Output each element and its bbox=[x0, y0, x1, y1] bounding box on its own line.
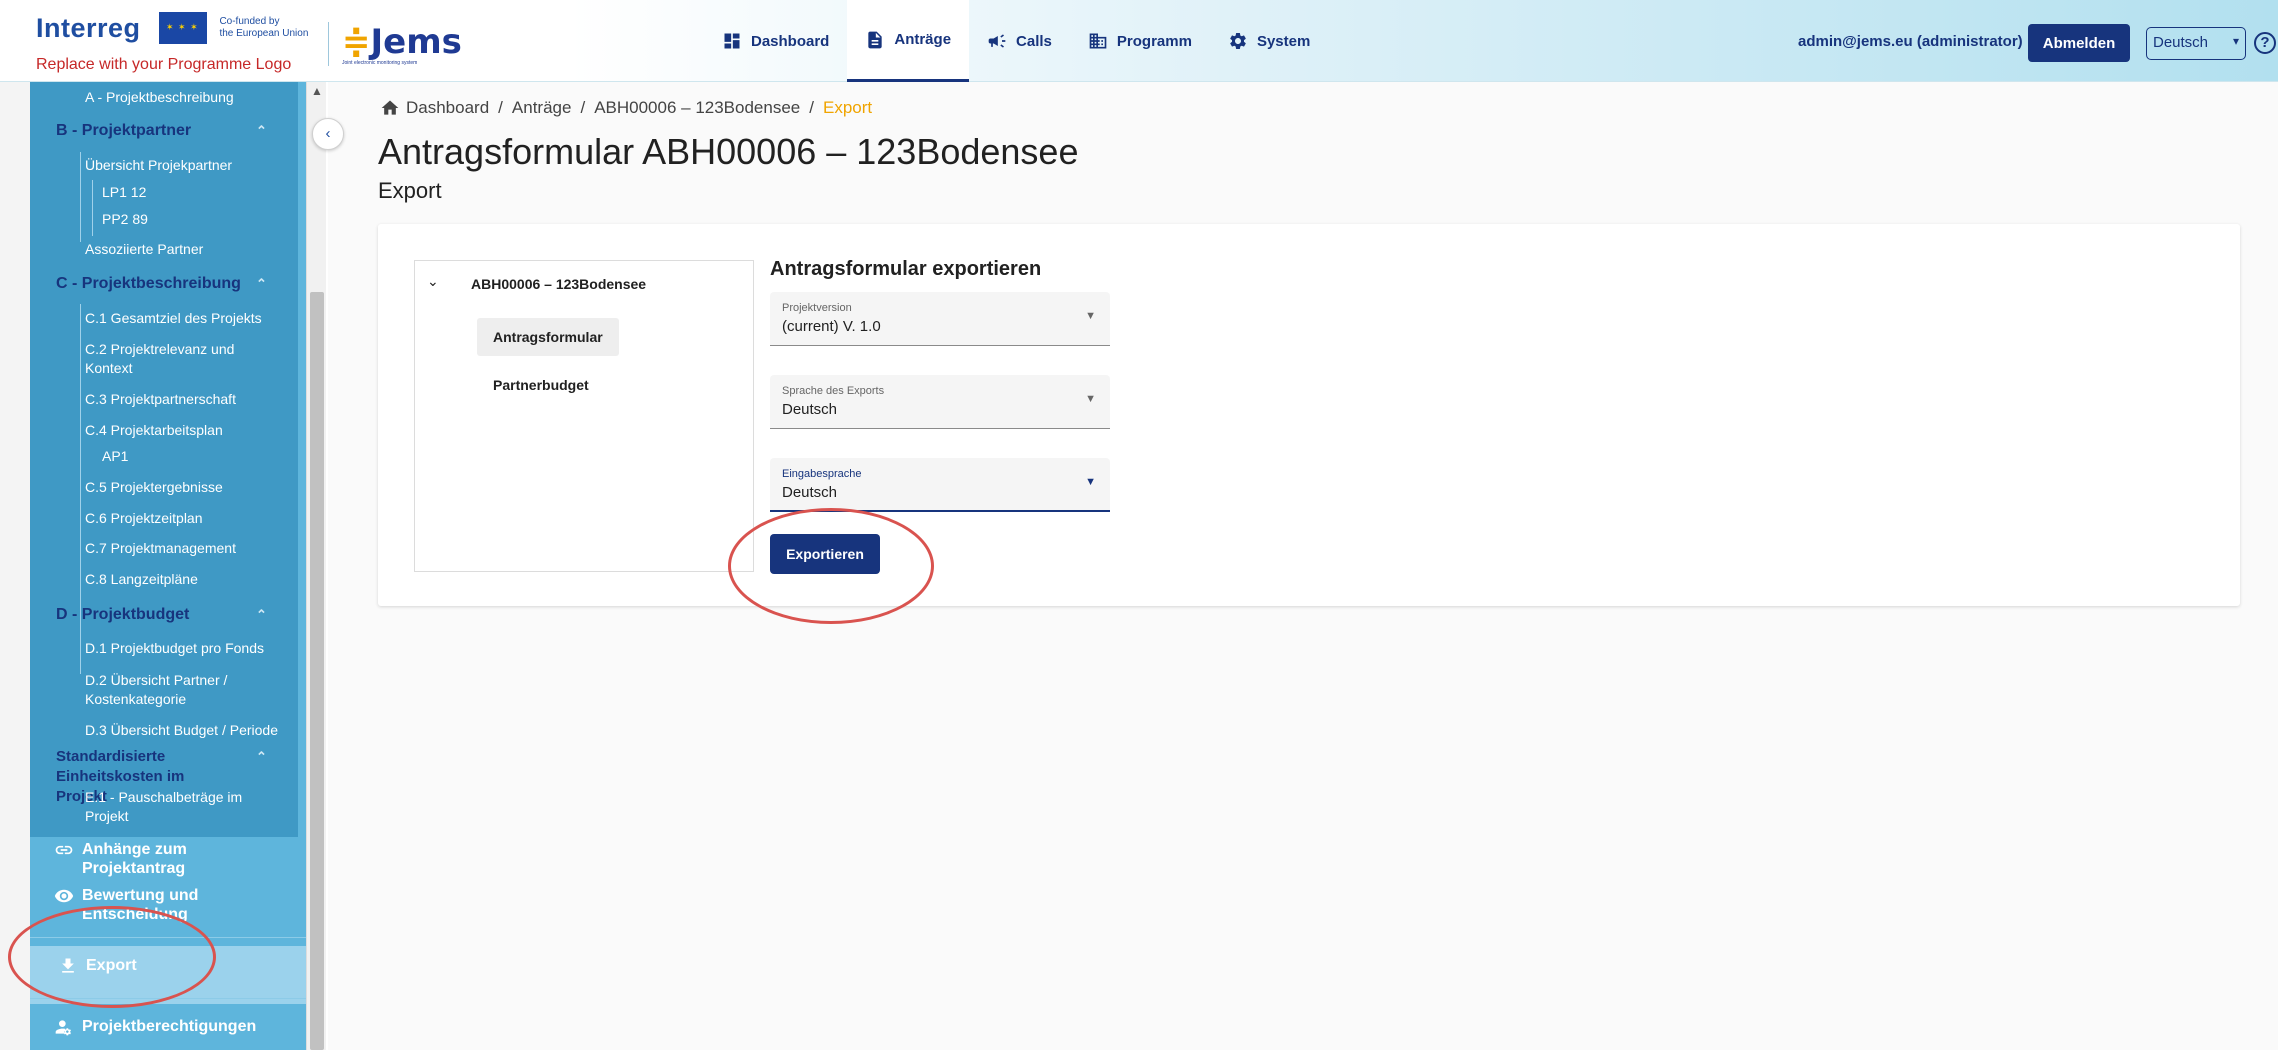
sidebar-item-d2[interactable]: D.2 Übersicht Partner / Kostenkategorie bbox=[85, 671, 275, 709]
input-language-select[interactable]: Eingabesprache Deutsch ▼ bbox=[770, 458, 1110, 512]
scrollbar-thumb[interactable] bbox=[310, 292, 324, 1050]
jems-logo[interactable]: ≑Jems Joint electronic monitoring system bbox=[342, 22, 462, 66]
form-title: Antragsformular exportieren bbox=[770, 258, 1042, 280]
sidebar-item-c1[interactable]: C.1 Gesamtziel des Projekts bbox=[85, 309, 262, 328]
breadcrumb-antraege[interactable]: Anträge bbox=[512, 98, 572, 118]
chevron-up-icon[interactable]: ⌃ bbox=[256, 605, 267, 625]
sidebar-divider bbox=[30, 937, 308, 938]
gear-icon bbox=[1230, 32, 1246, 49]
tree-line bbox=[92, 180, 93, 236]
breadcrumb-project[interactable]: ABH00006 – 123Bodensee bbox=[594, 98, 800, 118]
breadcrumb-current: Export bbox=[822, 98, 873, 117]
sidebar-item-pp2[interactable]: PP2 89 bbox=[102, 210, 148, 229]
sidebar-scrollbar[interactable]: ▲ bbox=[306, 82, 326, 1050]
sidebar-section-b[interactable]: B - Projektpartner ⌃ bbox=[56, 121, 267, 141]
tree-root-project[interactable]: ABH00006 – 123Bodensee bbox=[471, 276, 646, 292]
logout-button[interactable]: Abmelden bbox=[2028, 24, 2130, 62]
nav-dashboard[interactable]: Dashboard bbox=[704, 0, 847, 82]
export-tree: ⌄ ABH00006 – 123Bodensee Antragsformular… bbox=[414, 260, 754, 572]
caret-down-icon: ▼ bbox=[1085, 393, 1096, 405]
sidebar-item-c4[interactable]: C.4 Projektarbeitsplan bbox=[85, 421, 223, 440]
chevron-left-icon: ‹ bbox=[325, 125, 331, 142]
nav-calls[interactable]: Calls bbox=[969, 0, 1070, 82]
export-button[interactable]: Exportieren bbox=[770, 534, 880, 574]
sidebar-item-a-projektbeschreibung[interactable]: A - Projektbeschreibung bbox=[85, 88, 234, 107]
help-icon[interactable]: ? bbox=[2254, 32, 2276, 54]
chevron-up-icon[interactable]: ⌃ bbox=[256, 274, 267, 294]
paperclip-icon bbox=[55, 845, 73, 855]
dashboard-icon bbox=[724, 33, 740, 49]
user-settings-icon bbox=[55, 1020, 71, 1036]
programme-logo-placeholder: Replace with your Programme Logo bbox=[36, 56, 292, 73]
download-icon bbox=[62, 958, 74, 973]
logo-divider bbox=[328, 22, 329, 66]
chevron-down-icon[interactable]: ⌄ bbox=[427, 273, 439, 290]
project-sidebar: A - Projektbeschreibung B - Projektpartn… bbox=[0, 82, 328, 1050]
eu-flag-icon bbox=[158, 12, 207, 44]
breadcrumb-separator: / bbox=[580, 98, 586, 117]
sidebar-item-c7[interactable]: C.7 Projektmanagement bbox=[85, 539, 236, 558]
caret-down-icon: ▾ bbox=[2232, 34, 2239, 48]
interreg-logo: Interreg Co-funded by the European Union bbox=[36, 12, 308, 44]
chevron-up-icon[interactable]: ⌃ bbox=[256, 747, 267, 767]
sidebar-item-privileges[interactable]: Projektberechtigungen bbox=[54, 1017, 256, 1037]
sidebar-item-c6[interactable]: C.6 Projektzeitplan bbox=[85, 509, 203, 528]
tree-line bbox=[80, 152, 81, 242]
main-navigation: Dashboard Anträge Calls Programm System bbox=[704, 0, 1328, 82]
sidebar-section-c[interactable]: C - Projektbeschreibung ⌃ bbox=[56, 274, 267, 294]
sidebar-item-c8[interactable]: C.8 Langzeitpläne bbox=[85, 570, 198, 589]
export-card: ⌄ ABH00006 – 123Bodensee Antragsformular… bbox=[378, 224, 2240, 606]
tree-item-partnerbudget[interactable]: Partnerbudget bbox=[477, 366, 605, 404]
nav-system[interactable]: System bbox=[1210, 0, 1328, 82]
document-icon bbox=[868, 31, 883, 48]
eye-icon bbox=[54, 889, 74, 903]
sidebar-item-lp1[interactable]: LP1 12 bbox=[102, 183, 146, 202]
sidebar-item-c3[interactable]: C.3 Projektpartnerschaft bbox=[85, 390, 236, 409]
home-icon bbox=[381, 100, 399, 115]
export-language-select[interactable]: Sprache des Exports Deutsch ▼ bbox=[770, 375, 1110, 429]
language-select[interactable]: Deutsch ▾ bbox=[2146, 27, 2246, 60]
eu-cofunded-text: Co-funded by the European Union bbox=[219, 16, 309, 39]
page-title: Antragsformular ABH00006 – 123Bodensee bbox=[378, 131, 1079, 172]
interreg-wordmark: Interreg bbox=[36, 12, 141, 43]
nav-antraege[interactable]: Anträge bbox=[847, 0, 970, 82]
sidebar-item-d1[interactable]: D.1 Projektbudget pro Fonds bbox=[85, 639, 264, 658]
sidebar-item-partner-overview[interactable]: Übersicht Projekpartner bbox=[85, 156, 232, 175]
breadcrumb-separator: / bbox=[809, 98, 814, 117]
sidebar-section-d[interactable]: D - Projektbudget ⌃ bbox=[56, 605, 267, 625]
sidebar-gutter bbox=[0, 82, 30, 1050]
jems-mark-icon: ≑ bbox=[342, 22, 371, 62]
chevron-up-icon[interactable]: ⌃ bbox=[256, 121, 267, 141]
collapse-sidebar-button[interactable]: ‹ bbox=[312, 118, 344, 150]
sidebar-divider bbox=[30, 998, 308, 999]
breadcrumb-dashboard[interactable]: Dashboard bbox=[406, 98, 489, 118]
sidebar-item-c5[interactable]: C.5 Projektergebnisse bbox=[85, 478, 223, 497]
tree-item-antragsformular[interactable]: Antragsformular bbox=[477, 318, 619, 356]
nav-programm[interactable]: Programm bbox=[1070, 0, 1210, 82]
sidebar-item-e1[interactable]: E.1 - Pauschalbeträge im Projekt bbox=[85, 788, 285, 826]
breadcrumb-separator: / bbox=[498, 98, 503, 117]
scroll-up-icon[interactable]: ▲ bbox=[311, 84, 323, 98]
sidebar-item-attachments[interactable]: Anhänge zum Projektantrag bbox=[54, 840, 202, 878]
sidebar-item-c2[interactable]: C.2 Projektrelevanz und Kontext bbox=[85, 340, 285, 378]
sidebar-item-associated-partners[interactable]: Assoziierte Partner bbox=[85, 240, 203, 259]
user-account-link[interactable]: admin@jems.eu (administrator) bbox=[1798, 33, 2023, 50]
caret-down-icon: ▼ bbox=[1085, 476, 1096, 488]
page-subtitle: Export bbox=[378, 178, 442, 203]
breadcrumb: Dashboard / Anträge / ABH00006 – 123Bode… bbox=[380, 98, 872, 118]
sidebar-item-d3[interactable]: D.3 Übersicht Budget / Periode bbox=[85, 721, 278, 740]
building-icon bbox=[1089, 33, 1107, 49]
megaphone-icon bbox=[988, 34, 1006, 48]
project-version-select[interactable]: Projektversion (current) V. 1.0 ▼ bbox=[770, 292, 1110, 346]
top-bar: Interreg Co-funded by the European Union… bbox=[0, 0, 2278, 82]
sidebar-item-export[interactable]: Export bbox=[58, 956, 137, 976]
sidebar-item-assessment[interactable]: Bewertung und Entscheidung bbox=[54, 886, 212, 924]
caret-down-icon: ▼ bbox=[1085, 310, 1096, 322]
sidebar-item-ap1[interactable]: AP1 bbox=[102, 447, 128, 466]
